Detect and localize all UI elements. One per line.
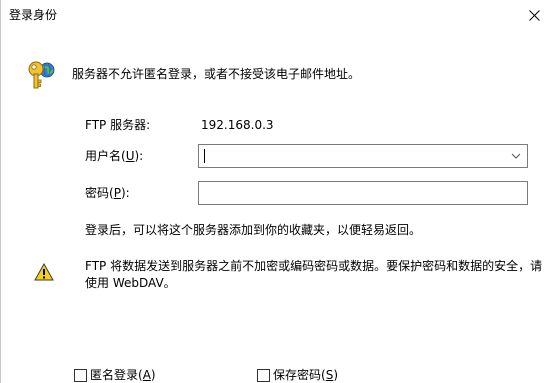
key-globe-icon xyxy=(28,61,55,89)
save-password-checkbox[interactable]: 保存密码(S) xyxy=(257,368,338,382)
login-message: 服务器不允许匿名登录，或者不接受该电子邮件地址。 xyxy=(72,67,361,81)
save-password-label: 保存密码(S) xyxy=(273,368,338,382)
anonymous-login-checkbox[interactable]: 匿名登录(A) xyxy=(74,368,156,382)
login-dialog: 登录身份 服务器不允许匿名登录，或者不接受该电子邮件地址。 FTP 服务器: 1… xyxy=(0,0,548,383)
close-button[interactable] xyxy=(519,0,548,30)
save-password-checkbox-box[interactable] xyxy=(257,368,270,382)
title-bar: 登录身份 xyxy=(1,0,548,30)
username-combobox[interactable] xyxy=(198,144,528,168)
anonymous-login-label: 匿名登录(A) xyxy=(90,368,156,382)
window-title: 登录身份 xyxy=(9,8,58,22)
close-icon xyxy=(528,9,540,21)
server-address: 192.168.0.3 xyxy=(201,118,274,132)
security-warning: FTP 将数据发送到服务器之前不加密或编码密码或数据。要保护密码和数据的安全，请… xyxy=(85,259,543,290)
username-label: 用户名(U): xyxy=(85,149,144,163)
warning-icon xyxy=(34,263,54,281)
server-label: FTP 服务器: xyxy=(85,118,151,132)
anonymous-checkbox-box[interactable] xyxy=(74,368,87,382)
password-label: 密码(P): xyxy=(85,186,130,200)
favorites-info: 登录后，可以将这个服务器添加到你的收藏夹，以便轻易返回。 xyxy=(85,223,422,237)
text-caret xyxy=(204,149,205,163)
password-field[interactable] xyxy=(198,181,528,205)
chevron-down-icon[interactable] xyxy=(511,152,521,160)
